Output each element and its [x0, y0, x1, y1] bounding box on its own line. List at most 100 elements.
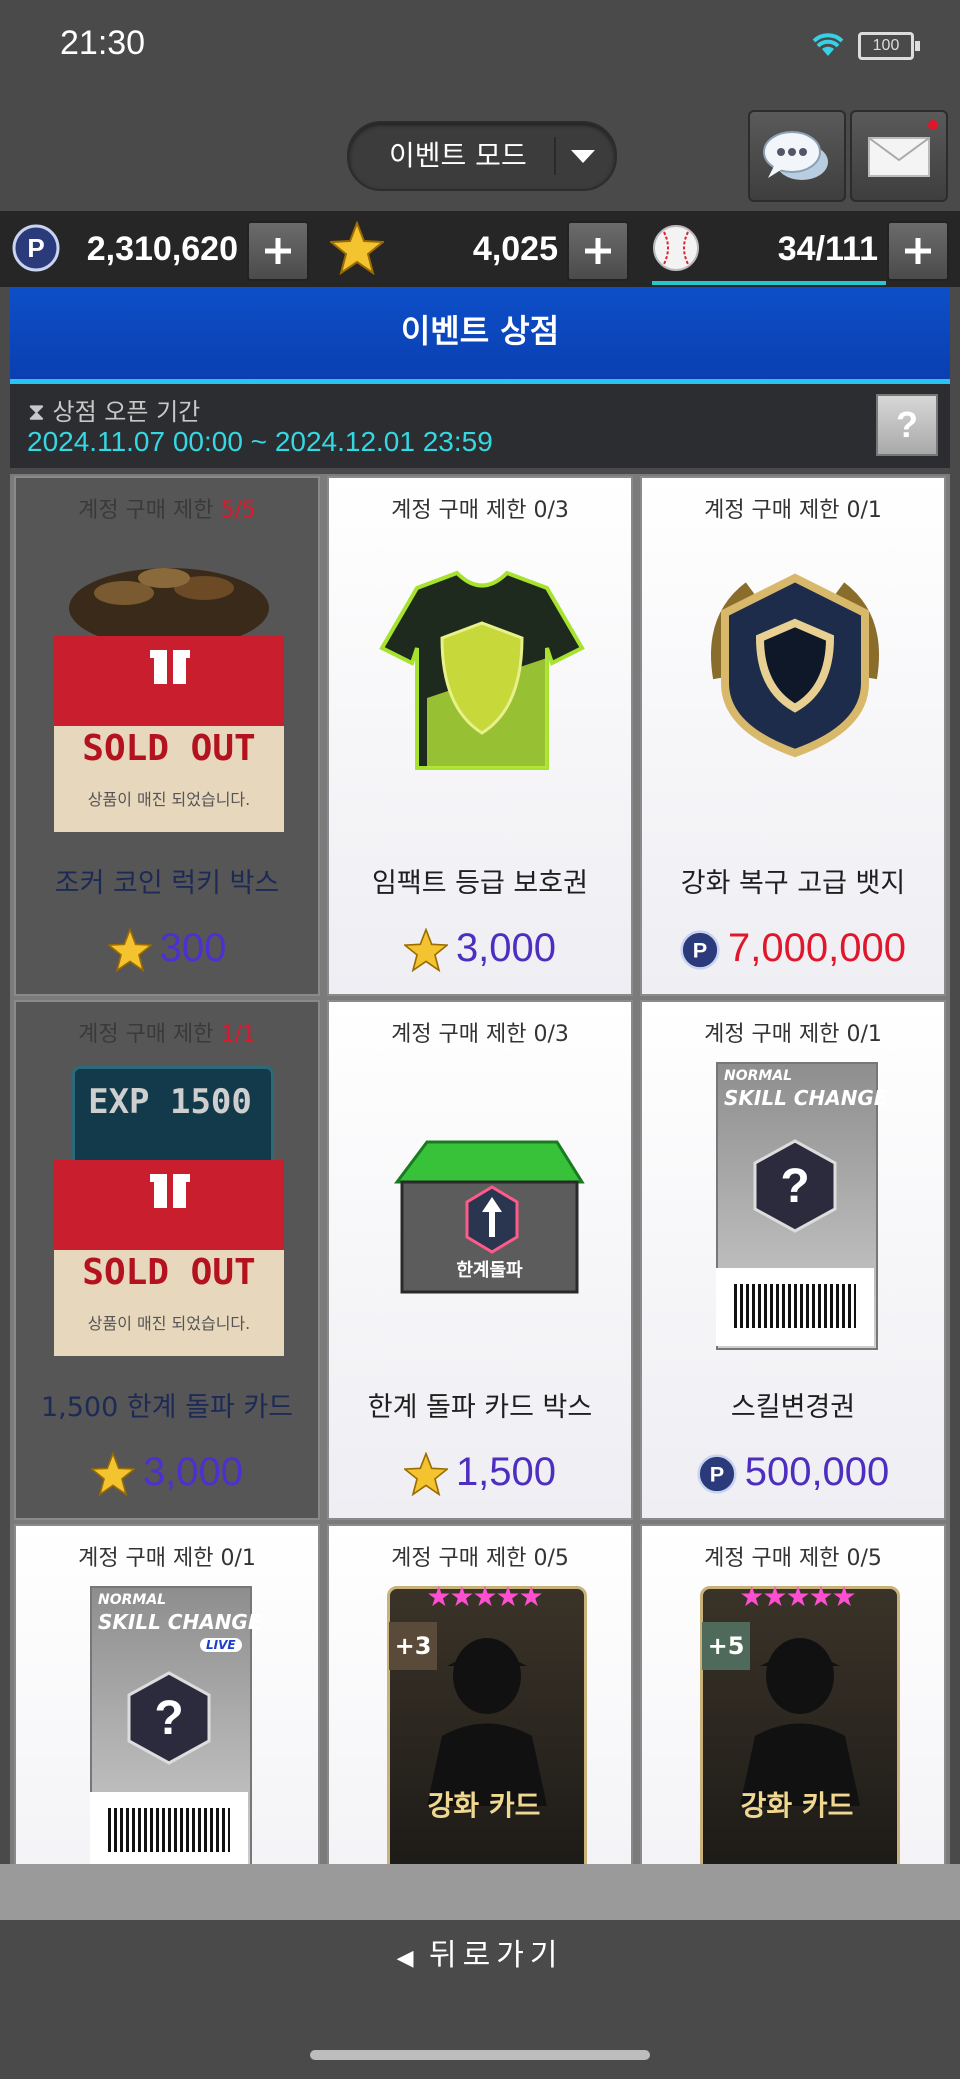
item-price: 1,500: [329, 1450, 631, 1497]
ticket-tier-text: NORMAL: [724, 1068, 793, 1084]
item-price: 3,000: [329, 926, 631, 973]
ticket-title-text: SKILL CHANGE: [724, 1086, 888, 1110]
clock: 21:30: [60, 24, 146, 62]
battery-icon: 100: [858, 32, 920, 60]
live-badge: LIVE: [200, 1638, 242, 1652]
currency-bar: P 2,310,620 4,025 34/111: [0, 211, 960, 287]
shop-period-panel: ⧗ 상점 오픈 기간 2024.11.07 00:00 ~ 2024.12.01…: [10, 384, 950, 468]
item-card[interactable]: 계정 구매 제한 1/1 EXP 1500 SOLD OUT 상품이 매진 되었…: [14, 1000, 320, 1520]
period-label-text: 상점 오픈 기간: [52, 398, 201, 426]
item-card[interactable]: 계정 구매 제한 0/1 NORMAL SKILL CHANGE LIVE ?: [14, 1524, 320, 1864]
item-name: 강화 복구 고급 뱃지: [680, 868, 906, 899]
item-grid: 계정 구매 제한 5/5 SOLD OUT 상품이 매진 되었습니다. 조커 코…: [10, 474, 950, 1864]
period-label: ⧗ 상점 오픈 기간: [28, 392, 200, 427]
mode-dropdown[interactable]: 이벤트 모드: [347, 121, 617, 191]
sold-out-text: SOLD OUT: [82, 1252, 256, 1293]
enhance-card-label: 강화 카드: [740, 1789, 854, 1822]
item-card[interactable]: 계정 구매 제한 0/1 강화 복구 고급 뱃지 P 7,000,000: [640, 476, 946, 996]
star-icon: [330, 221, 384, 275]
star-icon: [403, 928, 448, 973]
rating-stars: ★★★★★: [426, 1580, 544, 1613]
rating-stars: ★★★★★: [739, 1580, 857, 1613]
tickets-underline: [652, 281, 886, 285]
chevron-down-icon: [571, 150, 595, 163]
item-name: 조커 코인 럭키 박스: [54, 868, 280, 899]
item-name: 임팩트 등급 보호권: [372, 868, 588, 899]
mail-button[interactable]: [850, 110, 948, 202]
sold-out-text: SOLD OUT: [82, 728, 256, 769]
star-icon: [403, 1452, 448, 1497]
svg-text:?: ?: [780, 1160, 809, 1213]
sold-out-badge: SOLD OUT 상품이 매진 되었습니다.: [54, 636, 284, 832]
status-bar: 21:30 100: [0, 0, 960, 95]
divider: [554, 137, 556, 175]
point-icon: P: [12, 224, 60, 272]
help-button[interactable]: ?: [876, 394, 938, 456]
add-tickets-button[interactable]: [887, 221, 949, 281]
back-arrow-icon: ◀: [396, 1946, 414, 1971]
svg-text:?: ?: [154, 1692, 183, 1745]
ticket-title-text: SKILL CHANGE: [98, 1610, 262, 1634]
purchase-limit: 계정 구매 제한 0/1: [704, 498, 882, 523]
purchase-limit: 계정 구매 제한 0/3: [391, 498, 569, 523]
star-icon: [107, 928, 152, 973]
chat-bubble-icon: [763, 131, 828, 180]
scroll-end-band: [0, 1864, 960, 1920]
purchase-limit: 계정 구매 제한 0/1: [704, 1022, 882, 1047]
svg-text:P: P: [693, 938, 707, 963]
enhance-card-image: ★★★★★ +3 강화 카드: [367, 1580, 597, 1864]
enhance-level-badge: +3: [389, 1622, 437, 1670]
purchase-limit: 계정 구매 제한 5/5: [78, 498, 256, 523]
back-button[interactable]: ◀ 뒤로가기: [0, 1930, 960, 1974]
period-range: 2024.11.07 00:00 ~ 2024.12.01 23:59: [27, 426, 493, 457]
item-card[interactable]: 계정 구매 제한 0/1 NORMAL SKILL CHANGE ? 스킬변경권…: [640, 1000, 946, 1520]
footer-bar: ◀ 뒤로가기: [0, 1920, 960, 2040]
item-card[interactable]: 계정 구매 제한 5/5 SOLD OUT 상품이 매진 되었습니다. 조커 코…: [14, 476, 320, 996]
page-title: 이벤트 상점: [10, 287, 950, 384]
mode-label: 이벤트 모드: [389, 139, 527, 172]
purchase-limit: 계정 구매 제한 1/1: [78, 1022, 256, 1047]
home-indicator[interactable]: [310, 2050, 650, 2060]
item-card[interactable]: 계정 구매 제한 0/5 ★★★★★ +3 강화 카드: [327, 1524, 633, 1864]
top-header: 이벤트 모드: [0, 95, 960, 211]
ticket-tier-text: NORMAL: [98, 1592, 167, 1608]
purchase-limit: 계정 구매 제한 0/5: [391, 1546, 569, 1571]
item-name: 한계 돌파 카드 박스: [367, 1392, 593, 1423]
sold-out-subtext: 상품이 매진 되었습니다.: [87, 1314, 251, 1333]
svg-text:P: P: [27, 233, 44, 263]
item-price: 300: [16, 926, 318, 973]
skill-change-ticket-image: NORMAL SKILL CHANGE ?: [680, 1062, 910, 1350]
item-price: P 500,000: [642, 1450, 944, 1495]
back-label: 뒤로가기: [429, 1938, 564, 1973]
chat-button[interactable]: [748, 110, 846, 202]
enhance-card-image: ★★★★★ +5 강화 카드: [680, 1580, 910, 1864]
limit-break-text: 한계돌파: [456, 1260, 523, 1281]
item-card[interactable]: 계정 구매 제한 0/3 임팩트 등급 보호권 3,000: [327, 476, 633, 996]
item-card[interactable]: 계정 구매 제한 0/3 한계돌파 한계 돌파 카드 박스 1,500: [327, 1000, 633, 1520]
limit-break-box-image: 한계돌파: [367, 1062, 597, 1312]
star-icon: [90, 1452, 135, 1497]
add-stars-button[interactable]: [567, 221, 629, 281]
purchase-limit: 계정 구매 제한 0/1: [78, 1546, 256, 1571]
item-price: 3,000: [16, 1450, 318, 1497]
badge-image: [711, 573, 879, 758]
item-name: 1,500 한계 돌파 카드: [40, 1392, 294, 1423]
hourglass-icon: ⧗: [28, 398, 45, 426]
svg-text:P: P: [709, 1462, 723, 1487]
purchase-limit: 계정 구매 제한 0/5: [704, 1546, 882, 1571]
points-value: 2,310,620: [86, 230, 238, 268]
enhance-level-badge: +5: [702, 1622, 750, 1670]
add-points-button[interactable]: [247, 221, 309, 281]
exp-badge-text: EXP 1500: [88, 1082, 252, 1122]
skill-change-live-ticket-image: NORMAL SKILL CHANGE LIVE ?: [54, 1586, 284, 1864]
shield-jersey-image: [379, 570, 585, 770]
notification-dot: [928, 120, 938, 130]
purchase-limit: 계정 구매 제한 0/3: [391, 1022, 569, 1047]
point-icon: P: [680, 930, 720, 971]
stars-value: 4,025: [472, 230, 558, 268]
tickets-value: 34/111: [777, 230, 878, 268]
point-icon: P: [697, 1454, 737, 1495]
item-card[interactable]: 계정 구매 제한 0/5 ★★★★★ +5 강화 카드: [640, 1524, 946, 1864]
item-name: 스킬변경권: [730, 1392, 856, 1423]
wifi-icon: [812, 33, 844, 56]
